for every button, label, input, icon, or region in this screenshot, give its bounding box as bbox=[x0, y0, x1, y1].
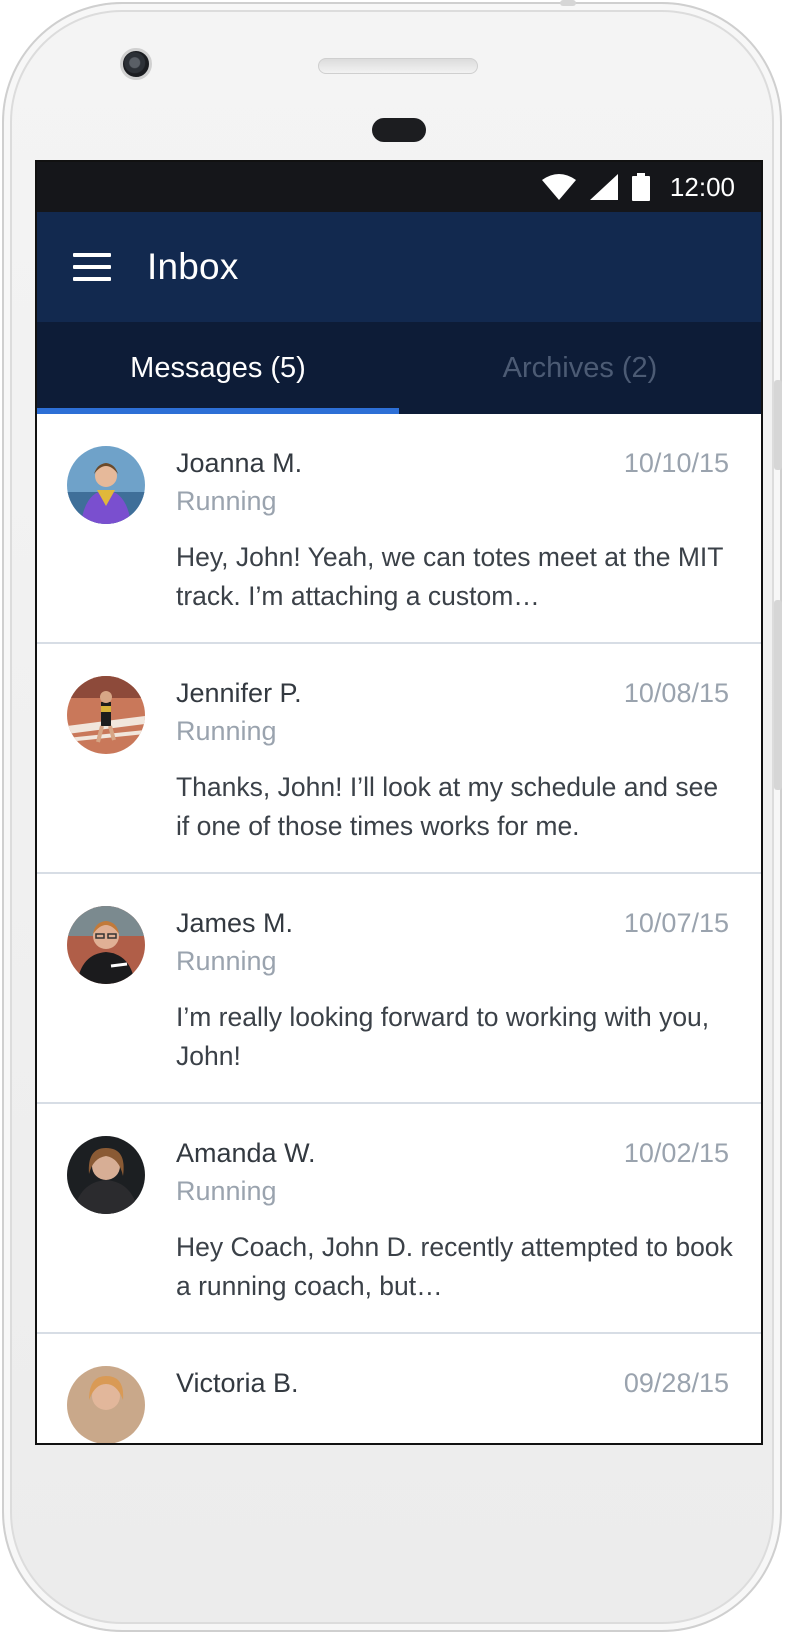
sender-name: Amanda W. bbox=[176, 1138, 316, 1168]
message-date: 10/08/15 bbox=[623, 678, 729, 708]
power-button bbox=[774, 600, 782, 790]
front-camera bbox=[120, 48, 152, 80]
message-category: Running bbox=[176, 486, 277, 516]
screen: 12:00 Inbox Messages (5) Archives (2) Jo bbox=[35, 160, 763, 1445]
hamburger-menu-icon[interactable] bbox=[73, 253, 111, 281]
message-row-victoria[interactable]: Victoria B. 09/28/15 bbox=[37, 1334, 761, 1443]
app-bar: Inbox bbox=[37, 212, 761, 322]
earpiece-speaker bbox=[318, 58, 478, 74]
top-button bbox=[560, 0, 576, 6]
message-list: Joanna M. 10/10/15 Running Hey, John! Ye… bbox=[37, 414, 761, 1443]
avatar bbox=[67, 676, 145, 754]
sender-name: Joanna M. bbox=[176, 448, 303, 478]
message-row-amanda[interactable]: Amanda W. 10/02/15 Running Hey Coach, Jo… bbox=[37, 1104, 761, 1334]
message-date: 09/28/15 bbox=[623, 1368, 729, 1398]
sender-name: Jennifer P. bbox=[176, 678, 302, 708]
message-preview: Thanks, John! I’ll look at my schedule a… bbox=[176, 772, 719, 841]
message-preview: I’m really looking forward to working wi… bbox=[176, 1002, 710, 1071]
message-row-joanna[interactable]: Joanna M. 10/10/15 Running Hey, John! Ye… bbox=[37, 414, 761, 644]
avatar bbox=[67, 906, 145, 984]
message-date: 10/10/15 bbox=[623, 448, 729, 478]
sender-name: James M. bbox=[176, 908, 294, 938]
message-category: Running bbox=[176, 1176, 277, 1206]
message-preview: Hey Coach, John D. recently attempted to… bbox=[176, 1232, 733, 1301]
message-row-jennifer[interactable]: Jennifer P. 10/08/15 Running Thanks, Joh… bbox=[37, 644, 761, 874]
signal-icon bbox=[589, 174, 618, 200]
proximity-sensor bbox=[372, 118, 426, 142]
tab-messages[interactable]: Messages (5) bbox=[37, 322, 399, 414]
avatar bbox=[67, 1136, 145, 1214]
message-row-james[interactable]: James M. 10/07/15 Running I’m really loo… bbox=[37, 874, 761, 1104]
tab-bar: Messages (5) Archives (2) bbox=[37, 322, 761, 414]
volume-button bbox=[774, 380, 782, 470]
wifi-icon bbox=[541, 174, 576, 200]
message-date: 10/07/15 bbox=[623, 908, 729, 938]
message-preview: Hey, John! Yeah, we can totes meet at th… bbox=[176, 542, 724, 611]
message-category: Running bbox=[176, 946, 277, 976]
sender-name: Victoria B. bbox=[176, 1368, 299, 1398]
battery-icon bbox=[631, 173, 650, 201]
avatar bbox=[67, 446, 145, 524]
message-category: Running bbox=[176, 716, 277, 746]
avatar bbox=[67, 1366, 145, 1443]
status-bar: 12:00 bbox=[37, 162, 761, 212]
tab-archives[interactable]: Archives (2) bbox=[399, 322, 761, 414]
status-time: 12:00 bbox=[669, 171, 735, 202]
page-title: Inbox bbox=[147, 246, 239, 287]
message-date: 10/02/15 bbox=[623, 1138, 729, 1168]
